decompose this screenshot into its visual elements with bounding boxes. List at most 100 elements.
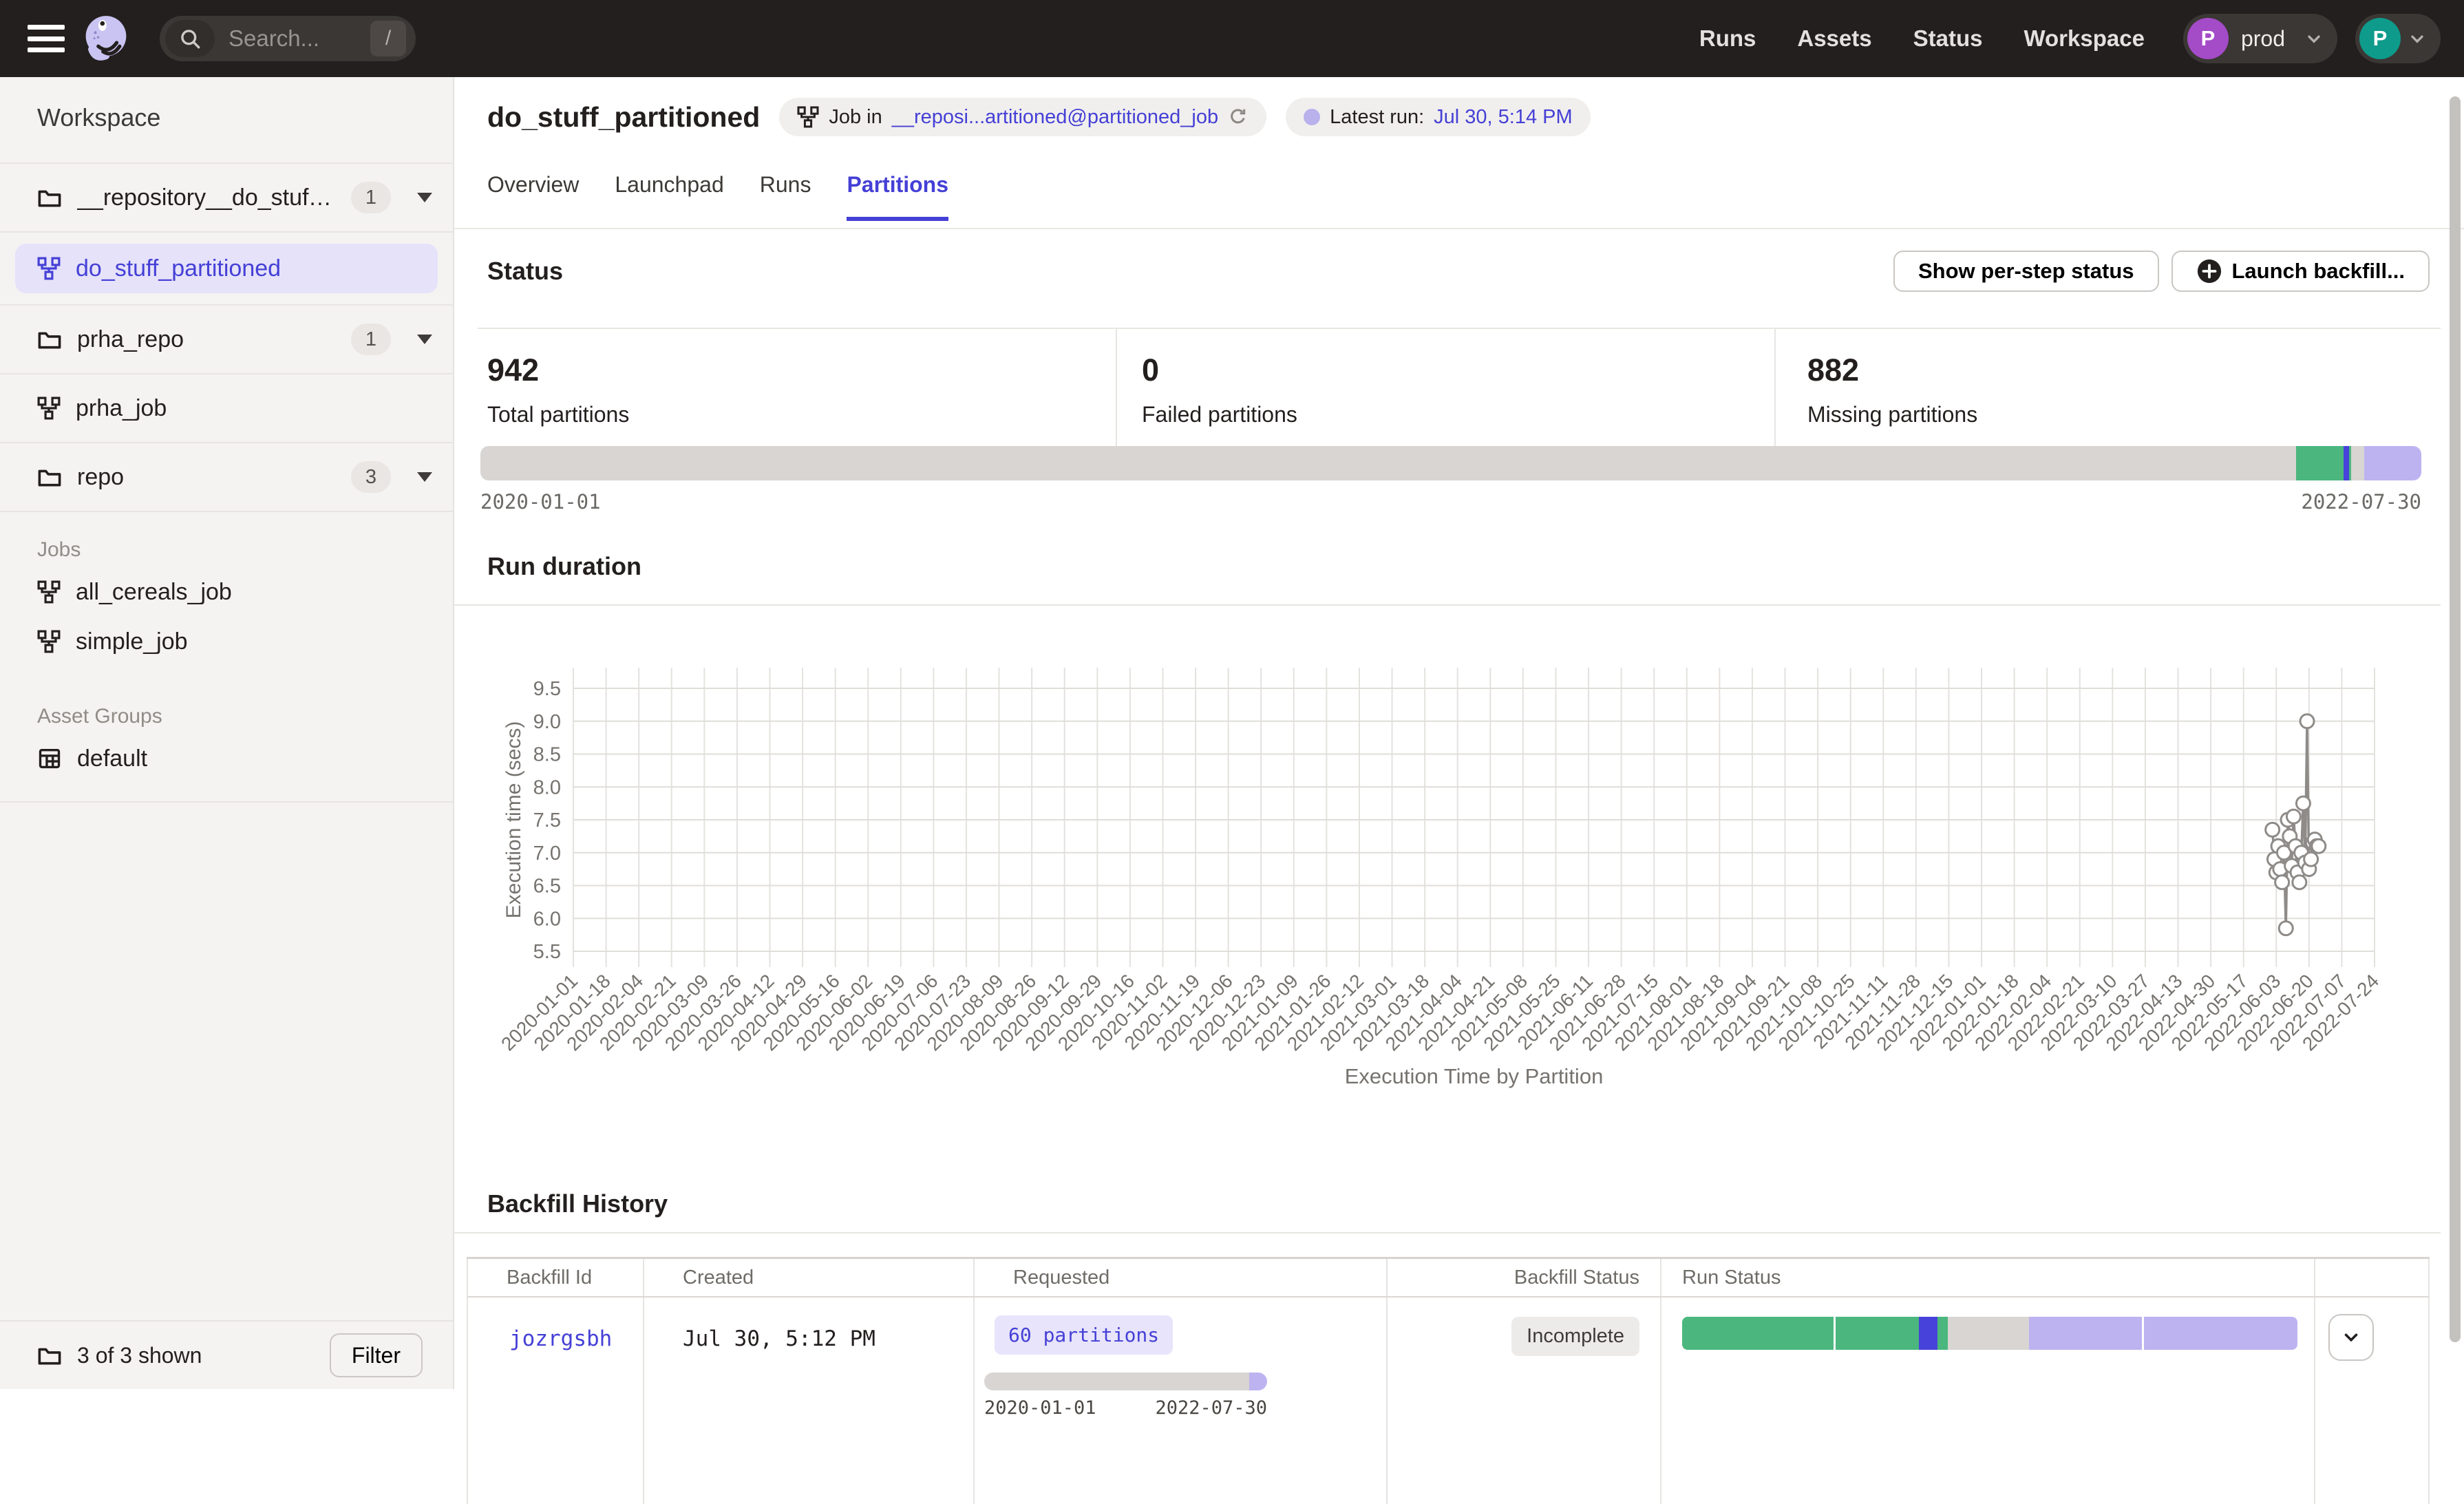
asset-group-icon xyxy=(37,746,62,771)
svg-text:2020-09-29: 2020-09-29 xyxy=(1021,970,1105,1055)
tab-partitions[interactable]: Partitions xyxy=(847,172,948,221)
refresh-icon[interactable] xyxy=(1228,107,1249,127)
caret-down-icon[interactable] xyxy=(417,335,432,344)
status-section-title: Status xyxy=(487,257,563,286)
tab-launchpad[interactable]: Launchpad xyxy=(615,172,723,221)
folder-icon xyxy=(37,185,62,210)
svg-text:8.0: 8.0 xyxy=(533,776,561,798)
tab-runs[interactable]: Runs xyxy=(760,172,811,221)
folder-icon xyxy=(37,465,62,489)
bar-segment-lavender xyxy=(2142,1317,2297,1350)
partition-range-end: 2022-07-30 xyxy=(2301,490,2421,513)
svg-text:9.5: 9.5 xyxy=(533,678,561,700)
bar-segment-bar_gray xyxy=(984,1373,1249,1390)
run-status-bar[interactable] xyxy=(1682,1317,2297,1350)
svg-text:2020-06-19: 2020-06-19 xyxy=(825,970,909,1055)
svg-text:2021-09-21: 2021-09-21 xyxy=(1709,970,1794,1055)
job-origin-link[interactable]: __reposi...artitioned@partitioned_job xyxy=(892,106,1218,129)
col-backfill-status: Backfill Status xyxy=(1388,1259,1661,1296)
launch-backfill-button[interactable]: Launch backfill... xyxy=(2171,251,2430,292)
partition-status-bar[interactable] xyxy=(480,446,2421,480)
row-expand-button[interactable] xyxy=(2328,1314,2374,1361)
show-per-step-status-button[interactable]: Show per-step status xyxy=(1893,251,2159,292)
job-icon xyxy=(37,396,61,420)
sidebar-item-label: default xyxy=(77,745,147,772)
chevron-down-icon xyxy=(2341,1327,2361,1348)
partition-stats: 942 Total partitions 0 Failed partitions… xyxy=(478,328,2441,456)
deployment-label: prod xyxy=(2241,26,2285,52)
sidebar-item-repo[interactable]: repo3 xyxy=(0,443,453,512)
col-requested: Requested xyxy=(975,1259,1388,1296)
svg-text:2022-06-20: 2022-06-20 xyxy=(2233,970,2317,1055)
sidebar-item-do_stuff_partitioned[interactable]: do_stuff_partitioned xyxy=(0,233,453,306)
nav-link-workspace[interactable]: Workspace xyxy=(2024,25,2144,52)
backfill-id-link[interactable]: jozrgsbh xyxy=(468,1326,612,1351)
sidebar-footer: 3 of 3 shown Filter xyxy=(0,1320,453,1389)
svg-text:2020-03-26: 2020-03-26 xyxy=(661,970,745,1055)
svg-text:2021-08-18: 2021-08-18 xyxy=(1643,970,1728,1055)
run-status-dot-icon xyxy=(1304,109,1320,125)
vertical-scrollbar[interactable] xyxy=(2450,96,2461,1342)
search-shortcut-badge: / xyxy=(370,21,406,56)
sidebar-item-all_cereals_job[interactable]: all_cereals_job xyxy=(37,567,453,617)
latest-run-link[interactable]: Jul 30, 5:14 PM xyxy=(1434,106,1573,129)
filter-button[interactable]: Filter xyxy=(330,1333,423,1377)
svg-text:6.0: 6.0 xyxy=(533,908,561,930)
svg-text:2020-04-12: 2020-04-12 xyxy=(694,970,778,1055)
requested-range-end: 2022-07-30 xyxy=(1155,1397,1267,1419)
svg-text:Execution Time by Partition: Execution Time by Partition xyxy=(1345,1064,1604,1088)
stat-label: Total partitions xyxy=(487,402,1116,427)
sidebar-item-prha_job[interactable]: prha_job xyxy=(0,374,453,443)
svg-text:7.5: 7.5 xyxy=(533,809,561,832)
job-icon xyxy=(797,106,819,128)
bar-segment-bar_gray xyxy=(480,446,2296,480)
stat-total-partitions: 942 Total partitions xyxy=(478,329,1116,456)
latest-run-pill: Latest run: Jul 30, 5:14 PM xyxy=(1286,98,1591,136)
svg-text:2021-01-26: 2021-01-26 xyxy=(1250,970,1335,1055)
hamburger-menu-icon[interactable] xyxy=(28,25,65,52)
nav-link-runs[interactable]: Runs xyxy=(1699,25,1756,52)
backfill-created: Jul 30, 5:12 PM xyxy=(644,1326,875,1351)
user-menu[interactable]: P xyxy=(2355,14,2441,63)
nav-link-status[interactable]: Status xyxy=(1913,25,1983,52)
svg-text:2021-05-08: 2021-05-08 xyxy=(1447,970,1531,1055)
svg-text:2021-03-18: 2021-03-18 xyxy=(1348,970,1433,1055)
stat-label: Failed partitions xyxy=(1142,402,1774,427)
job-origin-pill: Job in __reposi...artitioned@partitioned… xyxy=(779,98,1266,136)
svg-text:7.0: 7.0 xyxy=(533,843,561,865)
svg-text:2022-02-21: 2022-02-21 xyxy=(2004,970,2088,1055)
requested-partitions-badge[interactable]: 60 partitions xyxy=(995,1315,1173,1355)
run-duration-title: Run duration xyxy=(487,552,641,581)
bar-segment-bar_gray xyxy=(2351,446,2364,480)
sidebar-item-__repository__do_stuff_partitio...[interactable]: __repository__do_stuff_partitio...1 xyxy=(0,164,453,233)
svg-text:2020-11-02: 2020-11-02 xyxy=(1087,970,1171,1054)
backfill-status-badge: Incomplete xyxy=(1511,1317,1639,1356)
dagster-logo-icon[interactable] xyxy=(80,12,132,65)
svg-text:2022-01-01: 2022-01-01 xyxy=(1905,970,1990,1055)
sidebar-item-prha_repo[interactable]: prha_repo1 xyxy=(0,306,453,374)
svg-text:Execution time (secs): Execution time (secs) xyxy=(502,721,525,919)
job-icon xyxy=(37,580,61,604)
col-actions xyxy=(2315,1259,2428,1296)
chevron-down-icon xyxy=(2304,29,2324,48)
sidebar-item-simple_job[interactable]: simple_job xyxy=(37,617,453,666)
nav-link-assets[interactable]: Assets xyxy=(1797,25,1871,52)
latest-run-prefix: Latest run: xyxy=(1330,106,1424,129)
tab-overview[interactable]: Overview xyxy=(487,172,579,221)
table-header-row: Backfill Id Created Requested Backfill S… xyxy=(467,1259,2430,1298)
svg-text:2021-08-01: 2021-08-01 xyxy=(1611,970,1695,1055)
search-input[interactable]: Search... / xyxy=(160,16,416,61)
svg-text:2022-02-04: 2022-02-04 xyxy=(1971,970,2055,1055)
svg-text:2021-12-15: 2021-12-15 xyxy=(1872,970,1957,1055)
bar-segment-lavender xyxy=(2364,446,2421,480)
section-divider xyxy=(454,1232,2441,1233)
caret-down-icon[interactable] xyxy=(417,472,432,482)
svg-text:2022-07-07: 2022-07-07 xyxy=(2265,970,2350,1055)
sidebar-item-default[interactable]: default xyxy=(37,734,453,783)
bar-segment-blue xyxy=(1919,1317,1937,1350)
deployment-switcher[interactable]: P prod xyxy=(2183,14,2337,63)
job-origin-prefix: Job in xyxy=(829,106,882,129)
svg-text:2020-10-16: 2020-10-16 xyxy=(1054,970,1138,1055)
caret-down-icon[interactable] xyxy=(417,193,432,202)
item-count-badge: 1 xyxy=(351,182,391,213)
